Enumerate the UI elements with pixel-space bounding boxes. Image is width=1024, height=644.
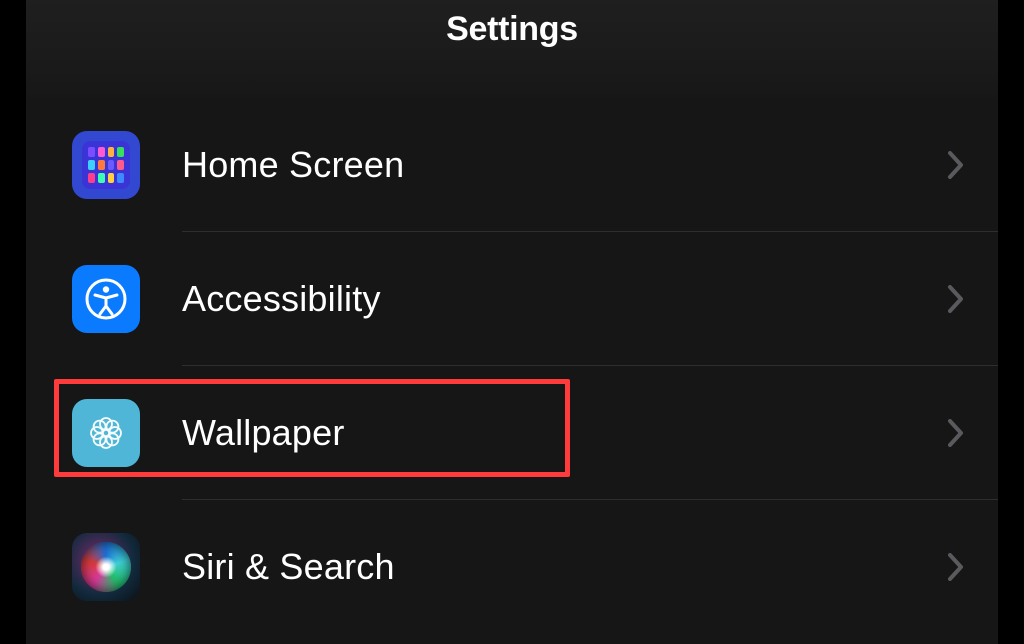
chevron-right-icon bbox=[948, 285, 964, 313]
settings-row-wallpaper[interactable]: Wallpaper bbox=[72, 366, 978, 500]
settings-row-label: Siri & Search bbox=[182, 546, 948, 588]
settings-row-label: Wallpaper bbox=[182, 412, 948, 454]
settings-row-label: Accessibility bbox=[182, 278, 948, 320]
accessibility-icon bbox=[72, 265, 140, 333]
siri-icon bbox=[72, 533, 140, 601]
settings-row-siri-search[interactable]: Siri & Search bbox=[72, 500, 978, 634]
settings-row-accessibility[interactable]: Accessibility bbox=[72, 232, 978, 366]
settings-row-label: Home Screen bbox=[182, 144, 948, 186]
settings-list: Home Screen Accessibility bbox=[26, 98, 998, 634]
chevron-right-icon bbox=[948, 151, 964, 179]
chevron-right-icon bbox=[948, 419, 964, 447]
header: Settings bbox=[26, 0, 998, 98]
home-screen-icon bbox=[72, 131, 140, 199]
settings-row-home-screen[interactable]: Home Screen bbox=[72, 98, 978, 232]
wallpaper-icon bbox=[72, 399, 140, 467]
page-title: Settings bbox=[446, 10, 578, 49]
settings-screen: Settings Home Screen bbox=[26, 0, 998, 644]
chevron-right-icon bbox=[948, 553, 964, 581]
